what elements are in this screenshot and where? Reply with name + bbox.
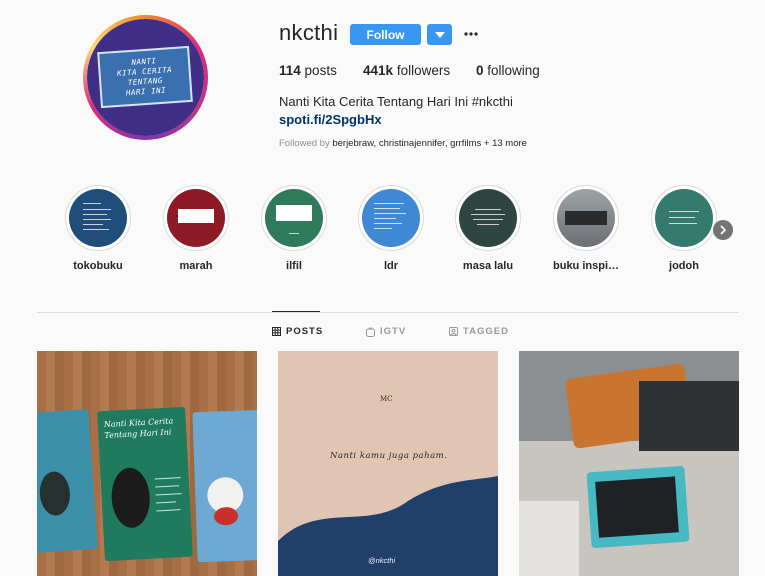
tab-label: TAGGED bbox=[463, 326, 509, 337]
highlight-ilfil[interactable]: ilfil bbox=[252, 185, 336, 272]
highlight-label: ilfil bbox=[286, 260, 302, 272]
posts-label: posts bbox=[304, 63, 337, 78]
highlight-ring bbox=[455, 185, 521, 251]
followed-by-prefix: Followed by bbox=[279, 138, 330, 149]
following-label: following bbox=[487, 63, 540, 78]
highlights-next-button[interactable] bbox=[713, 220, 733, 240]
highlight-masa-lalu[interactable]: masa lalu bbox=[446, 185, 530, 272]
highlight-cover bbox=[265, 189, 323, 247]
chevron-right-icon bbox=[720, 225, 727, 235]
highlight-cover bbox=[167, 189, 225, 247]
highlight-ring bbox=[65, 185, 131, 251]
profile-avatar[interactable]: NANTI KITA CERITA TENTANG HARI INI bbox=[83, 15, 208, 140]
highlight-label: ldr bbox=[383, 260, 399, 272]
avatar-image: NANTI KITA CERITA TENTANG HARI INI bbox=[87, 19, 204, 136]
highlight-ldr[interactable]: ldr bbox=[349, 185, 433, 272]
highlight-label: jodoh bbox=[669, 260, 699, 272]
highlight-label: masa lalu bbox=[462, 260, 514, 272]
highlight-buku-inspirasi[interactable]: buku inspi… bbox=[544, 185, 628, 272]
profile-bio: Nanti Kita Cerita Tentang Hari Ini #nkct… bbox=[279, 94, 513, 109]
tab-posts[interactable]: POSTS bbox=[272, 326, 323, 337]
followed-by[interactable]: Followed by berjebraw, christinajennifer… bbox=[279, 138, 527, 149]
post-thumbnail[interactable]: Nanti Kita Cerita Tentang Hari Ini bbox=[37, 351, 257, 576]
highlight-label: buku inspi… bbox=[553, 260, 619, 272]
highlight-ring bbox=[651, 185, 717, 251]
highlight-label: tokobuku bbox=[73, 260, 123, 272]
post-box bbox=[586, 465, 690, 549]
active-tab-indicator bbox=[272, 311, 320, 312]
following-stat[interactable]: 0 following bbox=[476, 63, 540, 78]
follow-button[interactable]: Follow bbox=[350, 24, 421, 45]
highlight-cover bbox=[557, 189, 615, 247]
followed-by-more: + 13 more bbox=[483, 138, 527, 149]
product-package bbox=[37, 409, 98, 553]
package-title-line: Tentang Hari Ini bbox=[104, 427, 172, 441]
followed-by-names: berjebraw, christinajennifer, grrfilms bbox=[332, 138, 482, 149]
profile-link[interactable]: spoti.fi/2SpgbHx bbox=[279, 112, 382, 127]
product-package bbox=[192, 409, 257, 563]
post-caption-line: Nanti kamu juga paham. bbox=[330, 451, 448, 461]
igtv-icon bbox=[366, 326, 375, 337]
followers-count: 441k bbox=[363, 63, 394, 78]
followers-stat[interactable]: 441k followers bbox=[363, 63, 450, 78]
tab-tagged[interactable]: TAGGED bbox=[449, 326, 509, 337]
post-thumbnail[interactable] bbox=[519, 351, 739, 576]
ellipsis-icon bbox=[464, 32, 478, 36]
caret-down-icon bbox=[434, 31, 445, 38]
posts-count: 114 bbox=[279, 63, 301, 78]
highlight-cover bbox=[69, 189, 127, 247]
posts-count-stat: 114 posts bbox=[279, 63, 337, 78]
post-handle: @nkcthi bbox=[368, 556, 396, 565]
highlight-ring bbox=[261, 185, 327, 251]
highlight-ring bbox=[358, 185, 424, 251]
highlight-cover bbox=[459, 189, 517, 247]
tab-label: POSTS bbox=[286, 326, 324, 337]
highlight-marah[interactable]: marah bbox=[154, 185, 238, 272]
package-title: Nanti Kita Cerita Tentang Hari Ini bbox=[104, 415, 175, 441]
tab-label: IGTV bbox=[380, 326, 407, 337]
highlight-tokobuku[interactable]: tokobuku bbox=[56, 185, 140, 272]
tab-igtv[interactable]: IGTV bbox=[366, 326, 406, 337]
highlight-label: marah bbox=[179, 260, 213, 272]
highlight-ring bbox=[553, 185, 619, 251]
avatar-card: NANTI KITA CERITA TENTANG HARI INI bbox=[97, 45, 193, 109]
highlight-ring bbox=[163, 185, 229, 251]
suggested-dropdown-button[interactable] bbox=[427, 24, 452, 45]
grid-icon bbox=[272, 327, 281, 336]
profile-username: nkcthi bbox=[279, 20, 339, 45]
post-book-stack bbox=[639, 381, 739, 451]
highlight-cover bbox=[362, 189, 420, 247]
post-small-text: MC bbox=[380, 395, 393, 403]
post-floor bbox=[519, 501, 579, 576]
following-count: 0 bbox=[476, 63, 484, 78]
tabs-divider bbox=[37, 312, 738, 313]
tagged-icon bbox=[449, 327, 458, 336]
post-thumbnail[interactable]: MC Nanti kamu juga paham. @nkcthi bbox=[278, 351, 498, 576]
product-package: Nanti Kita Cerita Tentang Hari Ini bbox=[97, 406, 193, 562]
followers-label: followers bbox=[396, 63, 451, 78]
highlight-cover bbox=[655, 189, 713, 247]
more-options-button[interactable] bbox=[461, 23, 481, 45]
